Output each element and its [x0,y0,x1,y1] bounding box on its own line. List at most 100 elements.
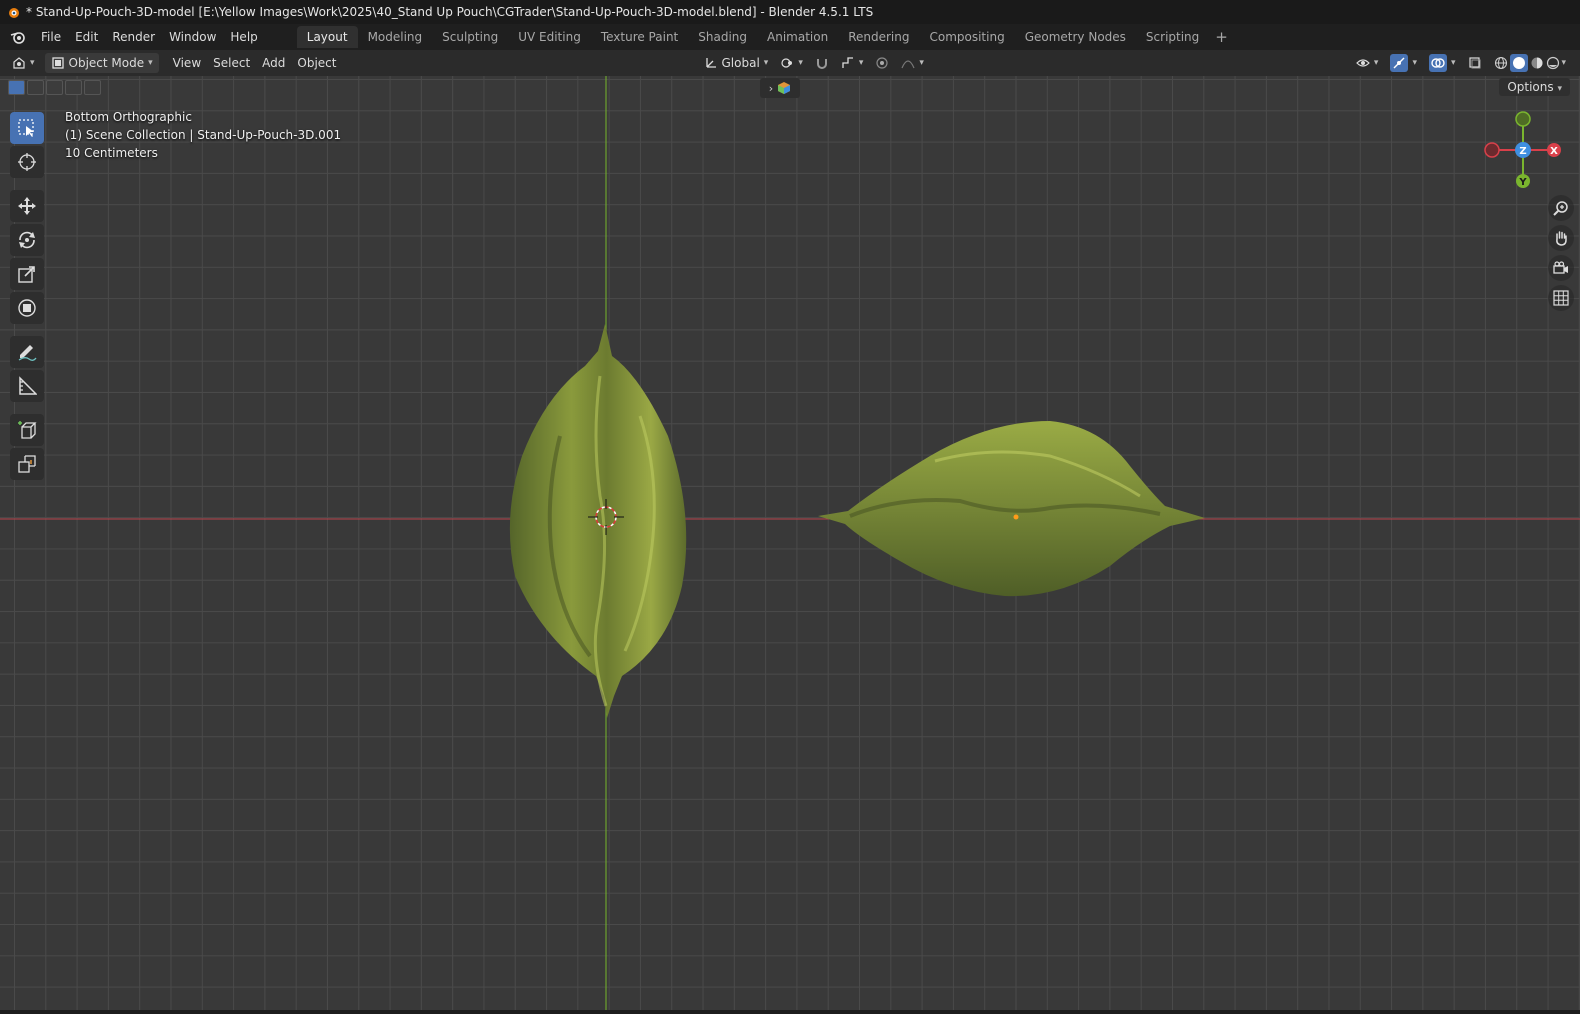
falloff-dropdown[interactable]: ▾ [895,53,930,73]
ortho-persp-toggle-button[interactable] [1548,285,1574,311]
pouch-object-vertical[interactable] [509,324,687,718]
shading-modes: ▾ [1488,53,1573,73]
tab-modeling[interactable]: Modeling [358,26,433,48]
rendered-shading-icon[interactable] [1546,56,1560,70]
workspace-tabs: Layout Modeling Sculpting UV Editing Tex… [296,24,1234,50]
visibility-dropdown[interactable]: ▾ [1350,53,1385,73]
transform-orientation-dropdown[interactable]: Global ▾ [698,53,775,73]
menu-object[interactable]: Object [291,53,342,73]
tab-compositing[interactable]: Compositing [919,26,1014,48]
object-origin-dot [1013,514,1019,520]
chevron-down-icon: ▾ [1412,58,1417,68]
gizmo-y-label: Y [1518,177,1527,188]
menu-render[interactable]: Render [105,30,162,44]
chevron-down-icon: ▾ [148,58,153,68]
selection-mode-buttons [8,80,101,95]
move-tool[interactable] [10,190,44,222]
proportional-editing-icon [876,57,888,69]
gizmo-icon [1390,54,1409,72]
tab-sculpting[interactable]: Sculpting [432,26,508,48]
select-new-button[interactable] [8,80,25,95]
sidebar-toggle[interactable]: › [760,78,800,98]
gizmo-z-label: Z [1519,146,1526,157]
pouch-object-horizontal[interactable] [818,421,1205,597]
menu-select[interactable]: Select [207,53,256,73]
transform-tool[interactable] [10,292,44,324]
navigation-gizmo[interactable]: X Y Z [1480,108,1570,198]
menu-help[interactable]: Help [223,30,264,44]
camera-view-button[interactable] [1548,255,1574,281]
chevron-down-icon: ▾ [1373,58,1379,68]
proportional-editing-toggle[interactable] [869,53,895,73]
menu-file[interactable]: File [34,30,68,44]
overlays-icon [1428,54,1447,72]
add-workspace-button[interactable]: + [1209,28,1234,46]
tab-rendering[interactable]: Rendering [838,26,919,48]
select-invert-button[interactable] [65,80,82,95]
tab-texture-paint[interactable]: Texture Paint [591,26,688,48]
rotate-tool[interactable] [10,224,44,256]
chevron-down-icon[interactable]: ▾ [1562,58,1567,68]
camera-icon [1553,261,1568,274]
scale-icon [18,266,35,283]
pencil-icon [18,345,37,361]
scale-tool[interactable] [10,258,44,290]
tab-geometry-nodes[interactable]: Geometry Nodes [1015,26,1136,48]
top-menu-bar: File Edit Render Window Help Layout Mode… [0,24,1580,50]
blender-menu-icon[interactable] [8,29,30,45]
select-box-tool[interactable] [10,112,44,144]
view-name: Bottom Orthographic [65,110,192,124]
menu-view[interactable]: View [167,53,207,73]
tab-layout[interactable]: Layout [296,26,358,48]
editor-type-icon [13,57,25,69]
tool-shelf [10,110,48,482]
xray-toggle[interactable] [1462,53,1488,73]
snap-toggle[interactable] [809,53,835,73]
chevron-down-icon: ▾ [919,58,924,68]
gizmo-neg-x-handle[interactable] [1484,142,1500,158]
zoom-button[interactable] [1548,195,1574,221]
annotate-tool[interactable] [10,336,44,368]
menu-edit[interactable]: Edit [68,30,105,44]
measure-tool[interactable] [10,370,44,402]
select-intersect-button[interactable] [84,80,101,95]
snap-target-dropdown[interactable]: ▾ [835,53,870,73]
menu-add[interactable]: Add [256,53,291,73]
cursor-tool[interactable] [10,146,44,178]
pivot-point-icon [781,58,793,68]
object-mode-dropdown[interactable]: Object Mode ▾ [44,53,159,73]
wireframe-shading-icon[interactable] [1494,56,1508,70]
object-mode-icon [51,57,64,69]
ruler-icon [19,376,37,395]
menu-window[interactable]: Window [162,30,223,44]
solid-shading-icon[interactable] [1509,54,1528,72]
tab-uv-editing[interactable]: UV Editing [508,26,591,48]
tab-animation[interactable]: Animation [757,26,838,48]
window-title: * Stand-Up-Pouch-3D-model [E:\Yellow Ima… [26,5,874,19]
editor-type-button[interactable]: ▾ [6,53,41,73]
overlays-toggle[interactable]: ▾ [1423,53,1462,73]
title-bar: * Stand-Up-Pouch-3D-model [E:\Yellow Ima… [0,0,1580,24]
add-cube-icon [18,421,37,439]
select-extend-button[interactable] [27,80,44,95]
extrude-tool[interactable] [10,448,44,480]
transform-icon [18,299,36,317]
gizmo-neg-y-handle[interactable] [1515,111,1531,127]
viewport-info-overlay: Bottom Orthographic (1) Scene Collection… [65,108,341,162]
options-dropdown[interactable]: Options ▾ [1499,78,1570,96]
pan-button[interactable] [1548,225,1574,251]
material-preview-icon[interactable] [1530,56,1544,70]
viewport-header: ▾ Object Mode ▾ View Select Add Object G… [0,50,1580,76]
xray-icon [1468,57,1480,69]
select-subtract-button[interactable] [46,80,63,95]
chevron-down-icon: ▾ [1557,84,1562,94]
rotate-icon [19,231,35,249]
gizmo-toggle[interactable]: ▾ [1384,53,1423,73]
tab-scripting[interactable]: Scripting [1136,26,1209,48]
tab-shading[interactable]: Shading [688,26,757,48]
add-cube-tool[interactable] [10,414,44,446]
zoom-magnifier-icon [1553,201,1568,216]
chevron-right-icon: › [768,81,774,95]
3d-viewport[interactable] [0,76,1580,1014]
pivot-point-dropdown[interactable]: ▾ [774,53,809,73]
